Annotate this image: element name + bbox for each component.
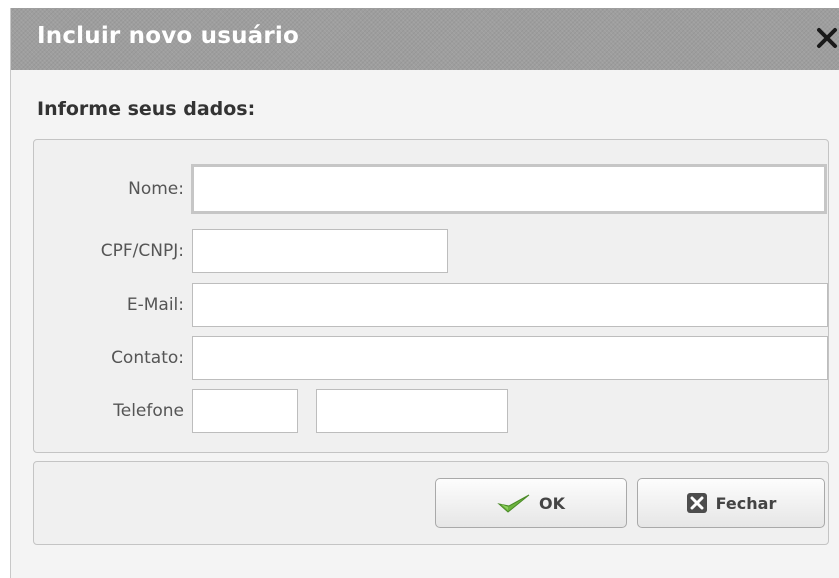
row-email: E-Mail: bbox=[34, 283, 830, 327]
row-nome: Nome: bbox=[34, 164, 830, 214]
row-contato: Contato: bbox=[34, 336, 830, 380]
fechar-button-label: Fechar bbox=[715, 493, 777, 513]
cpf-cnpj-input[interactable] bbox=[192, 229, 448, 273]
dialog-titlebar[interactable]: Incluir novo usuário bbox=[11, 8, 839, 70]
close-button[interactable] bbox=[816, 24, 838, 50]
ok-button[interactable]: OK bbox=[435, 478, 627, 528]
close-icon bbox=[817, 28, 837, 48]
contato-input[interactable] bbox=[192, 336, 828, 380]
row-telefone: Telefone bbox=[34, 389, 830, 433]
nome-input[interactable] bbox=[191, 164, 827, 214]
email-input[interactable] bbox=[192, 283, 828, 327]
telefone-number-input[interactable] bbox=[316, 389, 508, 433]
row-cpf-cnpj: CPF/CNPJ: bbox=[34, 229, 830, 273]
form-subtitle: Informe seus dados: bbox=[37, 98, 256, 120]
telefone-ddd-input[interactable] bbox=[192, 389, 298, 433]
dialog-title: Incluir novo usuário bbox=[37, 23, 300, 49]
user-dialog: Incluir novo usuário Informe seus dados:… bbox=[10, 8, 839, 578]
fechar-button[interactable]: Fechar bbox=[637, 478, 825, 528]
label-email: E-Mail: bbox=[126, 295, 184, 315]
label-contato: Contato: bbox=[111, 348, 184, 368]
label-telefone: Telefone bbox=[113, 401, 184, 421]
checkmark-icon bbox=[497, 492, 531, 514]
close-box-icon bbox=[686, 492, 708, 514]
label-nome: Nome: bbox=[128, 179, 184, 199]
ok-button-label: OK bbox=[539, 493, 565, 513]
user-data-fieldset: Nome: CPF/CNPJ: E-Mail: Contato: Telefon… bbox=[33, 139, 829, 453]
dialog-footer: OK Fechar bbox=[33, 461, 829, 545]
label-cpf-cnpj: CPF/CNPJ: bbox=[100, 241, 184, 261]
